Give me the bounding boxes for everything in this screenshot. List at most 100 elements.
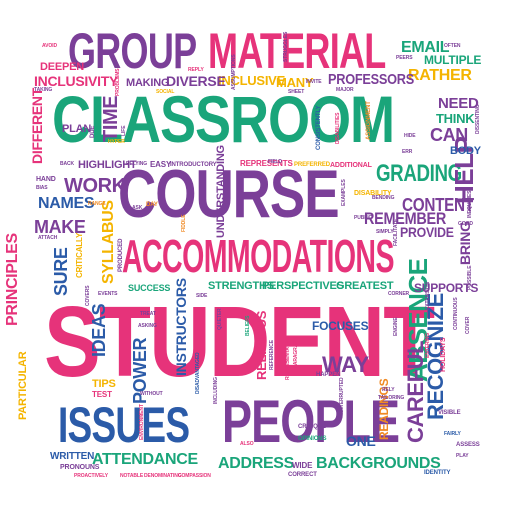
word-greatest: GREATEST xyxy=(336,280,394,292)
word-cover: COVER xyxy=(465,316,471,334)
word-introductory: INTRODUCTORY xyxy=(170,162,217,168)
word-time: TIME xyxy=(100,95,122,142)
word-paragraph: PARAGRAPH xyxy=(293,337,299,368)
word-ask: ASK xyxy=(132,205,143,211)
word-avoid: AVOID xyxy=(42,43,57,49)
word-peers: PEERS xyxy=(396,55,413,61)
word-hand: HAND xyxy=(36,176,56,183)
word-fiddle: FIDDLE xyxy=(181,214,187,232)
word-plan: PLAN xyxy=(62,123,92,135)
word-taking: TAKING xyxy=(34,87,53,93)
word-denominating: DENOMINATING xyxy=(144,473,182,479)
word-due: DUE xyxy=(90,125,96,138)
word-dissenting: DISSENTING xyxy=(475,104,481,134)
word-play: PLAY xyxy=(456,453,469,459)
word-problems: PROBLEMS xyxy=(115,68,121,96)
word-careful: CAREFUL xyxy=(403,340,428,443)
word-disabilities: DISABILITIES xyxy=(335,112,341,144)
word-good: GOOD xyxy=(458,221,473,227)
word-holidays: HOLIDAYS xyxy=(440,337,447,372)
word-can: CAN xyxy=(430,125,468,145)
word-err: ERR xyxy=(402,149,413,155)
word-particular: PARTICULAR xyxy=(17,351,29,420)
word-inclusive: INCLUSIVE xyxy=(218,73,286,88)
word-representative: REPRESENTATIVE xyxy=(285,336,291,380)
word-principles: PRINCIPLES xyxy=(4,233,21,326)
word-understanding: UNDERSTANDING xyxy=(215,145,227,238)
word-entering: ENTERING xyxy=(425,332,431,358)
word-bias: BIAS xyxy=(36,185,48,191)
word-instructors: INSTRUCTORS xyxy=(173,278,189,376)
word-correct: CORRECT xyxy=(288,472,317,478)
word-notable: NOTABLE xyxy=(120,473,144,479)
word-beliefs: BELIEFS xyxy=(245,315,251,336)
word-identity: IDENTITY xyxy=(424,470,451,476)
word-issues: ISSUES xyxy=(58,397,190,453)
word-facilitate: FACILITATE xyxy=(393,218,399,246)
word-sure: SURE xyxy=(51,247,71,296)
word-perspectives: PERSPECTIVES xyxy=(262,280,344,292)
word-represents: REPRESENTS xyxy=(240,159,293,168)
word-covers: COVERS xyxy=(85,285,91,306)
word-consistently: CONSISTENTLY xyxy=(316,105,322,150)
word-interrupted: INTERRUPTED xyxy=(339,377,345,412)
word-bring: BRING xyxy=(457,221,473,265)
word-happen: HAPPEN xyxy=(316,372,341,378)
word-examples: EXAMPLES xyxy=(341,179,347,206)
word-hyper: HYPER xyxy=(108,139,125,145)
word-cloud: STUDENT CLASSROOM COURSE ACCOMMODATIONS … xyxy=(0,0,512,512)
word-written: WRITTEN xyxy=(50,451,95,462)
word-think: THINK xyxy=(436,111,475,126)
word-major: MAJOR xyxy=(336,87,354,93)
word-extension: EXTENSION xyxy=(425,282,431,310)
word-treat: TREAT xyxy=(140,311,156,317)
word-struggles: STRUGGLES xyxy=(283,31,289,62)
word-environment: ENVIRONMENT xyxy=(139,404,145,440)
word-simply: SIMPLY xyxy=(376,229,394,235)
word-diverse: DIVERSE xyxy=(166,73,226,89)
word-corner: CORNER xyxy=(388,291,410,297)
word-produced: PRODUCED xyxy=(118,238,124,272)
word-professors: PROFESSORS xyxy=(328,71,415,88)
word-tips: TIPS xyxy=(92,378,116,390)
word-relying: RELYING xyxy=(126,161,148,167)
word-making: MAKING xyxy=(126,77,170,89)
word-reply: REPLY xyxy=(188,67,204,73)
word-accommodations: ACCOMMODATIONS xyxy=(122,230,394,282)
word-attendance: ATTENDANCE xyxy=(92,451,198,468)
word-test: TEST xyxy=(92,390,112,399)
word-focuses: FOCUSES xyxy=(312,319,369,333)
word-reference: REFERENCE xyxy=(269,340,275,370)
word-often: OFTEN xyxy=(444,43,461,49)
word-possible: POSSIBLE xyxy=(467,265,473,290)
word-assumptions: ASSUMPTIONS xyxy=(231,54,237,90)
word-need: NEED xyxy=(438,95,479,112)
word-range: RANGE xyxy=(88,201,106,207)
word-easy: EASY xyxy=(150,160,172,169)
word-public: PUBLIC xyxy=(354,215,373,221)
word-ideas: IDEAS xyxy=(89,303,109,357)
word-success: SUCCESS xyxy=(128,283,171,293)
word-course: COURSE xyxy=(118,156,340,232)
word-including: INCLUDING xyxy=(213,377,219,404)
word-work: WORK xyxy=(64,175,126,197)
word-attach: ATTACH xyxy=(38,235,58,241)
word-disadvantaged: DISADVANTAGED xyxy=(195,352,201,394)
word-critically: CRITICALLY xyxy=(75,232,84,278)
word-proactively: PROACTIVELY xyxy=(74,473,109,479)
word-quieter: QUIETER xyxy=(217,308,223,330)
word-preferred: PREFERRED xyxy=(294,162,330,168)
word-social: SOCIAL xyxy=(156,89,175,95)
word-inequities: INEQUITIES xyxy=(467,190,473,218)
word-address: ADDRESS xyxy=(218,455,294,472)
word-day: DAY xyxy=(146,202,158,208)
word-one: ONE xyxy=(346,433,376,449)
word-critique: CRITIQUE xyxy=(298,424,326,430)
word-back: BACK xyxy=(60,161,75,167)
word-compassion: COMPASSION xyxy=(178,473,211,479)
word-different: DIFFERENT xyxy=(29,87,45,164)
word-continuous: CONTINUOUS xyxy=(453,297,459,330)
word-without: WITHOUT xyxy=(140,391,163,397)
word-fairly: FAIRLY xyxy=(444,431,461,437)
word-rather: RATHER xyxy=(408,67,472,84)
